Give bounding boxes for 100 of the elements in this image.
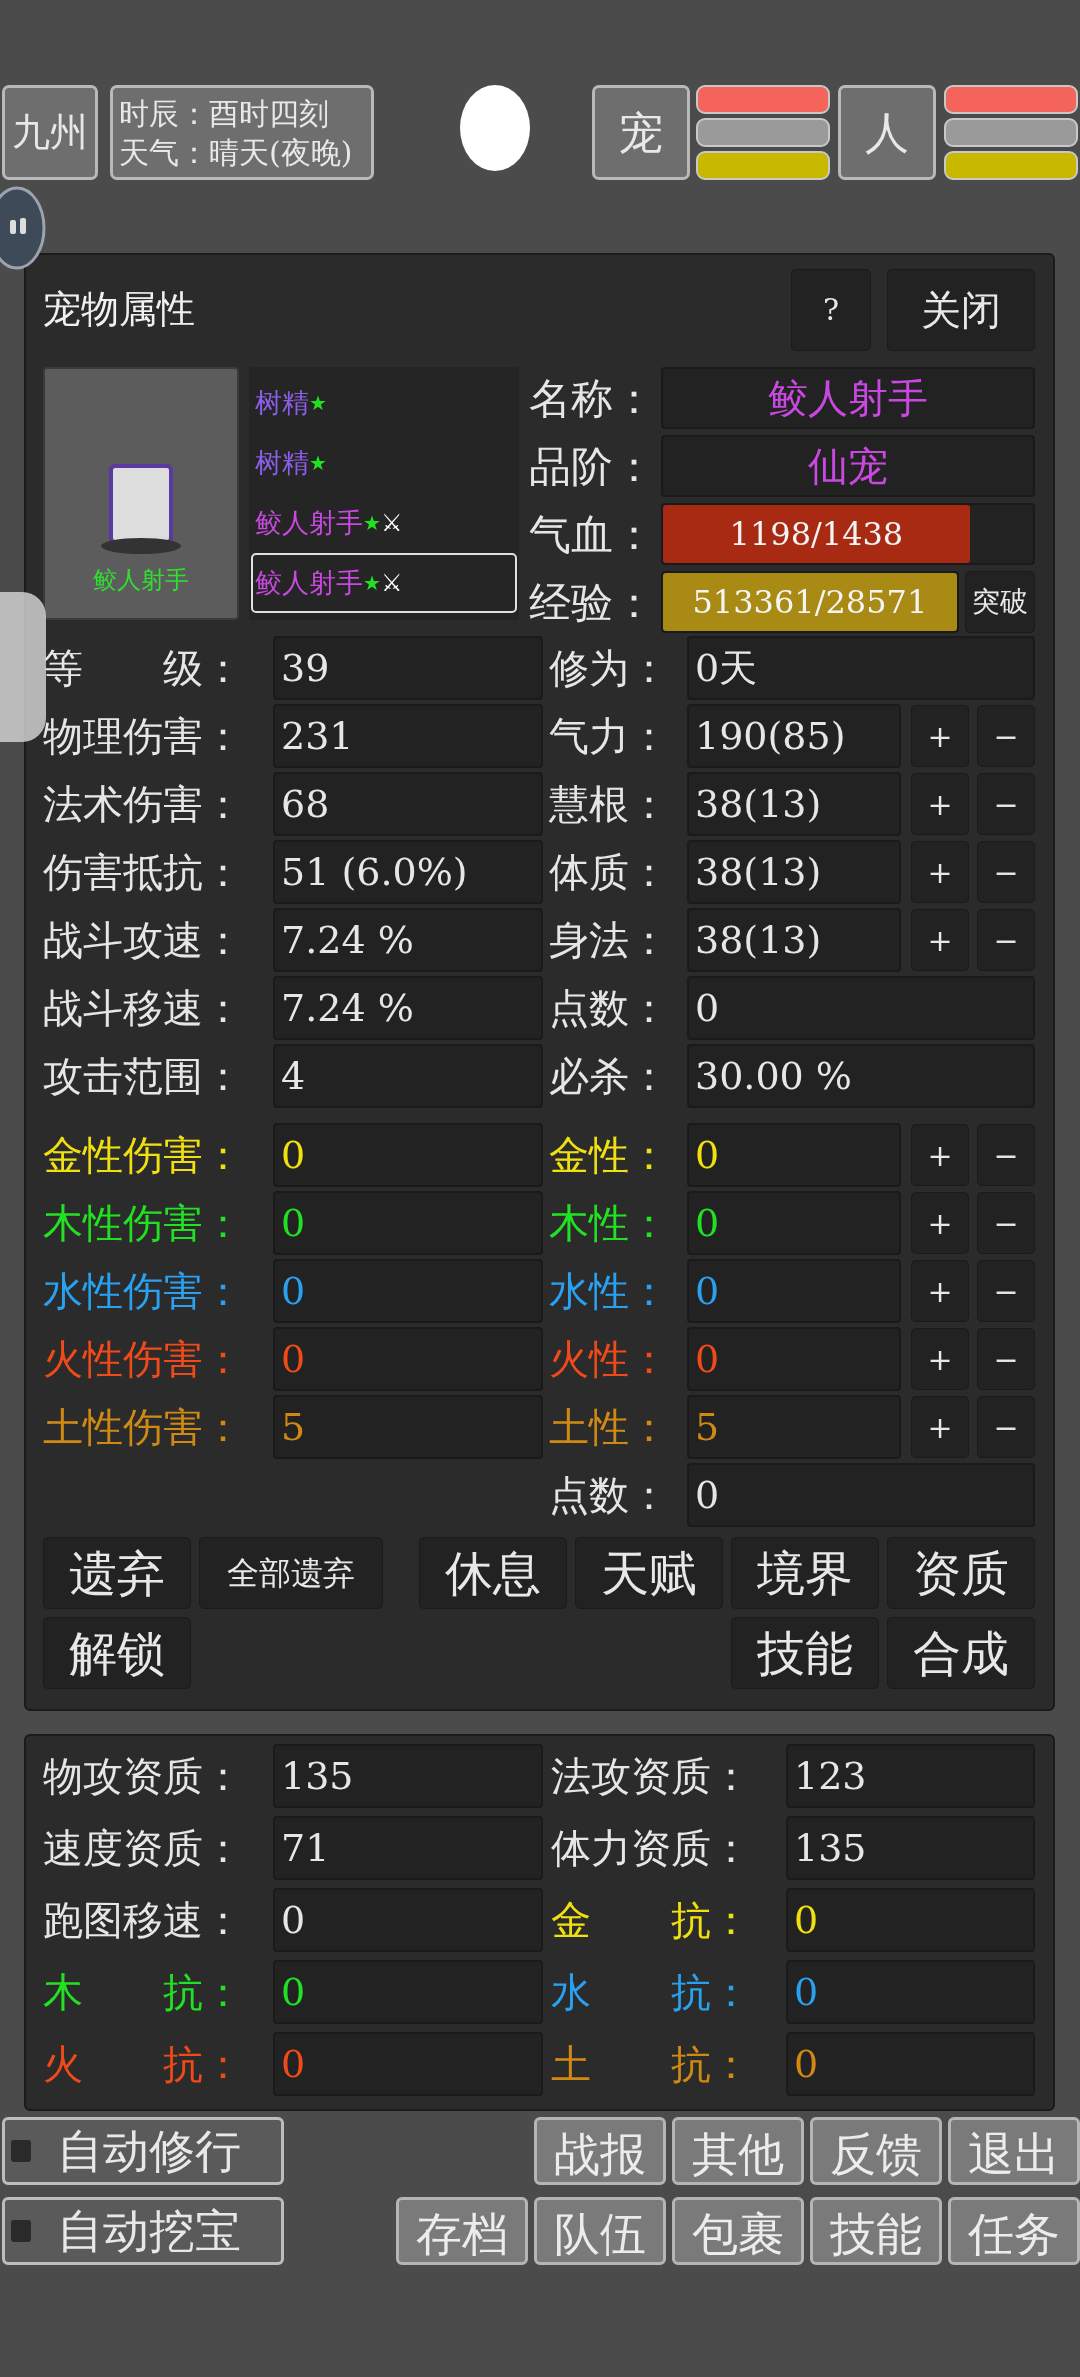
minus-button[interactable]: − <box>977 1260 1035 1322</box>
plus-button[interactable]: + <box>911 705 969 767</box>
stat-value: 0 <box>687 1327 901 1391</box>
stat-label: 木 抗： <box>43 1968 244 2017</box>
stat-value: 38(13) <box>687 840 901 904</box>
minus-button[interactable]: − <box>977 1124 1035 1186</box>
field-label: 名称： <box>529 372 656 425</box>
stat-label: 土 抗： <box>551 2040 752 2089</box>
stat-value: 51 (6.0%) <box>273 840 543 904</box>
pet-list-item[interactable]: 树精★ <box>251 373 517 433</box>
field-label: 经验： <box>529 576 656 629</box>
stat-label: 体力资质： <box>551 1824 752 1873</box>
menu-button[interactable]: 反馈 <box>810 2117 942 2185</box>
shadow-icon <box>101 538 181 554</box>
plus-button[interactable]: + <box>911 1396 969 1458</box>
minus-button[interactable]: − <box>977 841 1035 903</box>
stat-label: 攻击范围： <box>43 1052 244 1101</box>
stat-value: 71 <box>273 1816 543 1880</box>
help-button[interactable]: ? <box>791 268 871 351</box>
portrait-name: 鲛人射手 <box>93 565 189 596</box>
stat-value: 0 <box>786 1960 1035 2024</box>
stat-label: 法术伤害： <box>43 780 244 829</box>
stat-value: 30.00 % <box>687 1044 1035 1108</box>
menu-button[interactable]: 包裹 <box>672 2197 804 2265</box>
minus-button[interactable]: − <box>977 705 1035 767</box>
stat-value: 38(13) <box>687 772 901 836</box>
toggle-button[interactable]: 自动挖宝 <box>2 2197 284 2265</box>
person-button[interactable]: 人 <box>838 85 936 180</box>
plus-button[interactable]: + <box>911 1260 969 1322</box>
stat-label: 身法： <box>549 916 670 965</box>
bar-value: 513361/28571 <box>692 582 928 623</box>
stat-label: 跑图移速： <box>43 1896 244 1945</box>
action-button[interactable]: 资质 <box>887 1537 1035 1609</box>
pet-list-item[interactable]: 树精★ <box>251 433 517 493</box>
stat-label: 水性伤害： <box>43 1267 244 1316</box>
plus-button[interactable]: + <box>911 841 969 903</box>
checkbox[interactable] <box>11 2220 31 2242</box>
menu-button[interactable]: 战报 <box>534 2117 666 2185</box>
stat-label: 金性伤害： <box>43 1131 244 1180</box>
menu-button[interactable]: 其他 <box>672 2117 804 2185</box>
plus-button[interactable]: + <box>911 1192 969 1254</box>
stat-label: 水 抗： <box>551 1968 752 2017</box>
plus-button[interactable]: + <box>911 1328 969 1390</box>
action-button[interactable]: 境界 <box>731 1537 879 1609</box>
menu-button[interactable]: 退出 <box>948 2117 1080 2185</box>
stat-value: 68 <box>273 772 543 836</box>
minus-button[interactable]: − <box>977 909 1035 971</box>
action-button[interactable]: 休息 <box>419 1537 567 1609</box>
menu-button[interactable]: 队伍 <box>534 2197 666 2265</box>
stat-label: 水性： <box>549 1267 670 1316</box>
action-button[interactable]: 技能 <box>731 1617 879 1689</box>
stat-label: 修为： <box>549 644 670 693</box>
pet-list-item[interactable]: 鲛人射手★⚔ <box>251 553 517 613</box>
toggle-button[interactable]: 自动修行 <box>2 2117 284 2185</box>
stat-label: 物攻资质： <box>43 1752 244 1801</box>
stat-label: 木性： <box>549 1199 670 1248</box>
pet-button[interactable]: 宠 <box>592 85 690 180</box>
stat-value: 5 <box>687 1395 901 1459</box>
stat-value: 0 <box>273 1123 543 1187</box>
minus-button[interactable]: − <box>977 1328 1035 1390</box>
floating-button-icon[interactable] <box>0 186 46 270</box>
pet-list-item[interactable]: 鲛人射手★⚔ <box>251 493 517 553</box>
stat-label: 法攻资质： <box>551 1752 752 1801</box>
field-label: 品阶： <box>529 440 656 493</box>
breakthrough-button[interactable]: 突破 <box>965 571 1035 633</box>
close-button[interactable]: 关闭 <box>887 268 1035 351</box>
stat-label: 点数： <box>549 984 670 1033</box>
menu-button[interactable]: 存档 <box>396 2197 528 2265</box>
plus-button[interactable]: + <box>911 909 969 971</box>
stat-label: 伤害抵抗： <box>43 848 244 897</box>
stat-value: 135 <box>273 1744 543 1808</box>
action-button[interactable]: 解锁 <box>43 1617 191 1689</box>
checkbox[interactable] <box>11 2140 31 2162</box>
action-button[interactable]: 天赋 <box>575 1537 723 1609</box>
menu-button[interactable]: 任务 <box>948 2197 1080 2265</box>
stat-value: 231 <box>273 704 543 768</box>
stat-value: 0 <box>273 1191 543 1255</box>
minus-button[interactable]: − <box>977 1396 1035 1458</box>
region-label: 九州 <box>2 85 98 180</box>
action-button[interactable]: 合成 <box>887 1617 1035 1689</box>
minus-button[interactable]: − <box>977 773 1035 835</box>
stat-value: 0 <box>273 1327 543 1391</box>
stat-value: 38(13) <box>687 908 901 972</box>
plus-button[interactable]: + <box>911 1124 969 1186</box>
stat-value: 0 <box>786 2032 1035 2096</box>
stat-label: 火性伤害： <box>43 1335 244 1384</box>
stat-label: 火 抗： <box>43 2040 244 2089</box>
stat-label: 气力： <box>549 712 670 761</box>
action-button[interactable]: 全部遗弃 <box>199 1537 383 1609</box>
stat-label: 点数： <box>549 1471 670 1520</box>
stat-value: 7.24 % <box>273 908 543 972</box>
plus-button[interactable]: + <box>911 773 969 835</box>
stat-label: 金 抗： <box>551 1896 752 1945</box>
menu-button[interactable]: 技能 <box>810 2197 942 2265</box>
stat-value: 0 <box>687 1191 901 1255</box>
action-button[interactable]: 遗弃 <box>43 1537 191 1609</box>
stat-value: 39 <box>273 636 543 700</box>
value-field: 鲛人射手 <box>661 367 1035 429</box>
minus-button[interactable]: − <box>977 1192 1035 1254</box>
stat-value: 135 <box>786 1816 1035 1880</box>
